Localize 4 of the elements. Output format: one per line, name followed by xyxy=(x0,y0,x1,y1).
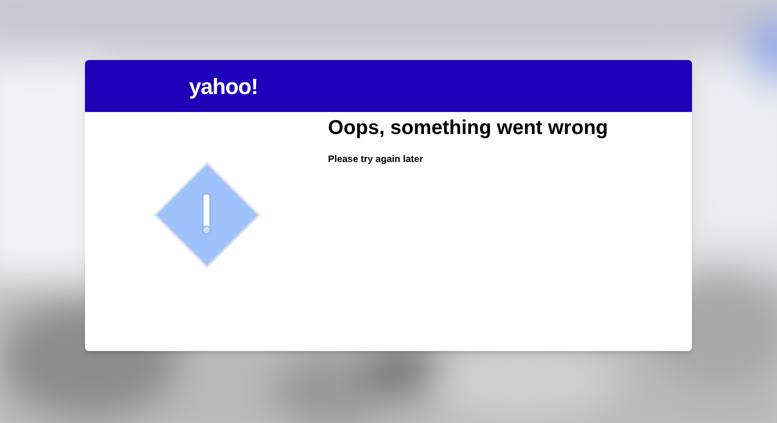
logo: yahoo! xyxy=(189,72,258,101)
warning-icon xyxy=(154,162,260,268)
error-message: Please try again later xyxy=(328,153,424,167)
error-title: Oops, something went wrong xyxy=(328,116,608,141)
